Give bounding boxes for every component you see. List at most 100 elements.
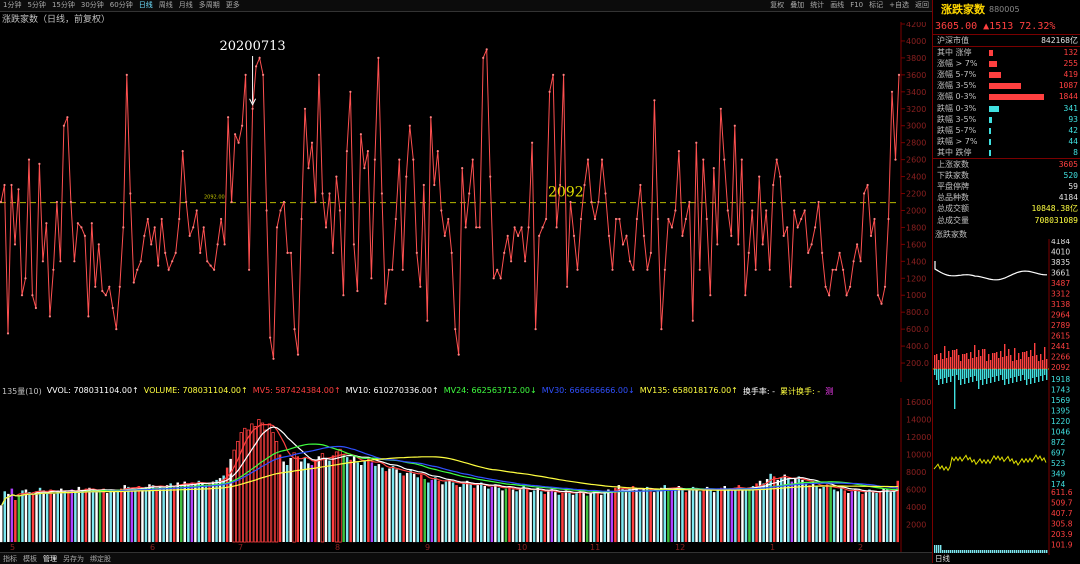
data-point <box>604 192 607 195</box>
data-point <box>719 107 722 110</box>
period-tab-9[interactable]: 更多 <box>223 0 243 11</box>
mini-up-bar <box>1028 357 1030 369</box>
volume-bar <box>317 456 321 543</box>
mini-down-bar <box>1028 369 1030 379</box>
data-point <box>0 200 3 204</box>
period-tab-5[interactable]: 日线 <box>136 0 156 11</box>
tool-button-4[interactable]: F10 <box>847 0 866 11</box>
mini-down-bar <box>956 369 958 375</box>
volume-bar <box>472 487 476 543</box>
mini-down-bar <box>1008 369 1010 384</box>
data-point <box>628 260 632 263</box>
volume-bar <box>398 472 402 542</box>
data-point <box>66 116 69 119</box>
mini-up-bar <box>990 360 992 369</box>
mini-down-bar <box>1040 369 1042 376</box>
volume-chart[interactable]: 16000 14000 12000 10000 8000 6000 4000 2000 5 6 7 8… <box>0 398 932 552</box>
volume-bar <box>804 483 808 542</box>
mini-vol-bar <box>968 550 970 553</box>
mini-vol-bar <box>960 550 962 553</box>
volume-bar <box>734 487 737 543</box>
price-tick-label: 2400 <box>906 173 926 182</box>
mini-up-bar <box>950 357 952 369</box>
price-tick-label: 1800 <box>906 223 926 232</box>
volume-bar <box>607 489 610 542</box>
bottom-tab-2[interactable]: 管理 <box>40 554 60 564</box>
mini-up-bar <box>1032 356 1034 369</box>
data-point <box>576 268 579 271</box>
bottom-tab-1[interactable]: 模板 <box>20 554 40 564</box>
data-point <box>31 294 34 297</box>
volume-bar <box>469 484 472 543</box>
tool-button-1[interactable]: 叠加 <box>787 0 807 11</box>
mini-vol-bar <box>950 550 952 553</box>
data-point <box>426 319 429 322</box>
mini-down-bar <box>1030 369 1032 384</box>
period-tab-4[interactable]: 60分钟 <box>107 0 136 11</box>
data-point <box>876 294 880 297</box>
mini-down-bar <box>1032 369 1034 378</box>
volume-bar <box>522 486 525 542</box>
volume-tick-label: 4000 <box>906 503 926 512</box>
price-tick-label: 3600 <box>906 71 926 80</box>
data-point <box>115 328 118 331</box>
data-point <box>10 183 13 187</box>
period-tab-1[interactable]: 5分钟 <box>24 0 48 11</box>
stats-list: 上涨家数 3605 下跌家数 520 平盘停牌 59 总品种数 4184 总成交额 10848.3… <box>933 158 1080 226</box>
volume-bar <box>120 488 123 542</box>
period-tab-7[interactable]: 月线 <box>176 0 196 11</box>
data-point <box>303 107 307 110</box>
volume-bar <box>878 491 882 543</box>
period-tab-2[interactable]: 15分钟 <box>49 0 78 11</box>
data-point <box>97 243 100 246</box>
breakdown-bar <box>989 127 991 134</box>
volume-bar <box>645 486 649 542</box>
volume-bar <box>190 482 194 542</box>
tool-button-0[interactable]: 复权 <box>767 0 787 11</box>
mini-vol-bar <box>1012 550 1014 553</box>
data-point <box>118 285 121 288</box>
bottom-tab-3[interactable]: 另存为 <box>60 554 87 564</box>
data-point <box>167 268 170 271</box>
volume-bar <box>670 490 674 542</box>
volume-bar <box>88 487 91 543</box>
tool-button-7[interactable]: 返回 <box>912 0 932 11</box>
mini-chart[interactable]: 4184 40103835 36613487 33123138 29642789 2615… <box>933 239 1080 563</box>
main-chart[interactable]: 4200 4000 3800 3600 3400 3200 3000 2800 2600 2400… <box>0 22 932 382</box>
volume-bar <box>28 492 31 542</box>
data-point <box>83 234 86 237</box>
volume-bar <box>885 489 889 542</box>
data-point <box>331 251 334 254</box>
mini-lower-tick: 1395 <box>1051 407 1070 416</box>
tool-button-6[interactable]: +自选 <box>886 0 912 11</box>
period-tab-6[interactable]: 周线 <box>156 0 176 11</box>
mini-vol-bar <box>972 550 974 553</box>
volume-bar <box>271 432 275 543</box>
data-point <box>69 200 72 204</box>
data-point <box>20 294 24 297</box>
bottom-tab-4[interactable]: 绑定股 <box>87 554 114 564</box>
data-point <box>559 183 562 187</box>
period-tab-3[interactable]: 30分钟 <box>78 0 107 11</box>
volume-bar <box>592 490 596 542</box>
data-point <box>227 116 230 119</box>
bottom-tab-0[interactable]: 指标 <box>0 554 20 564</box>
volume-bar <box>172 486 176 542</box>
tool-button-2[interactable]: 统计 <box>807 0 827 11</box>
data-point <box>153 226 156 229</box>
data-point <box>45 222 48 225</box>
period-tab-0[interactable]: 1分钟 <box>0 0 24 11</box>
data-point <box>663 268 667 271</box>
data-point <box>24 277 27 280</box>
data-point <box>845 294 848 297</box>
mini-down-bar <box>1004 369 1006 385</box>
volume-bar <box>201 482 204 542</box>
data-point <box>632 268 635 271</box>
data-point <box>139 260 142 263</box>
tool-button-5[interactable]: 标记 <box>866 0 886 11</box>
period-tab-8[interactable]: 多周期 <box>196 0 223 11</box>
data-point <box>230 200 233 204</box>
breakdown-bar <box>989 149 991 156</box>
volume-bar <box>557 494 561 543</box>
tool-button-3[interactable]: 画线 <box>827 0 847 11</box>
